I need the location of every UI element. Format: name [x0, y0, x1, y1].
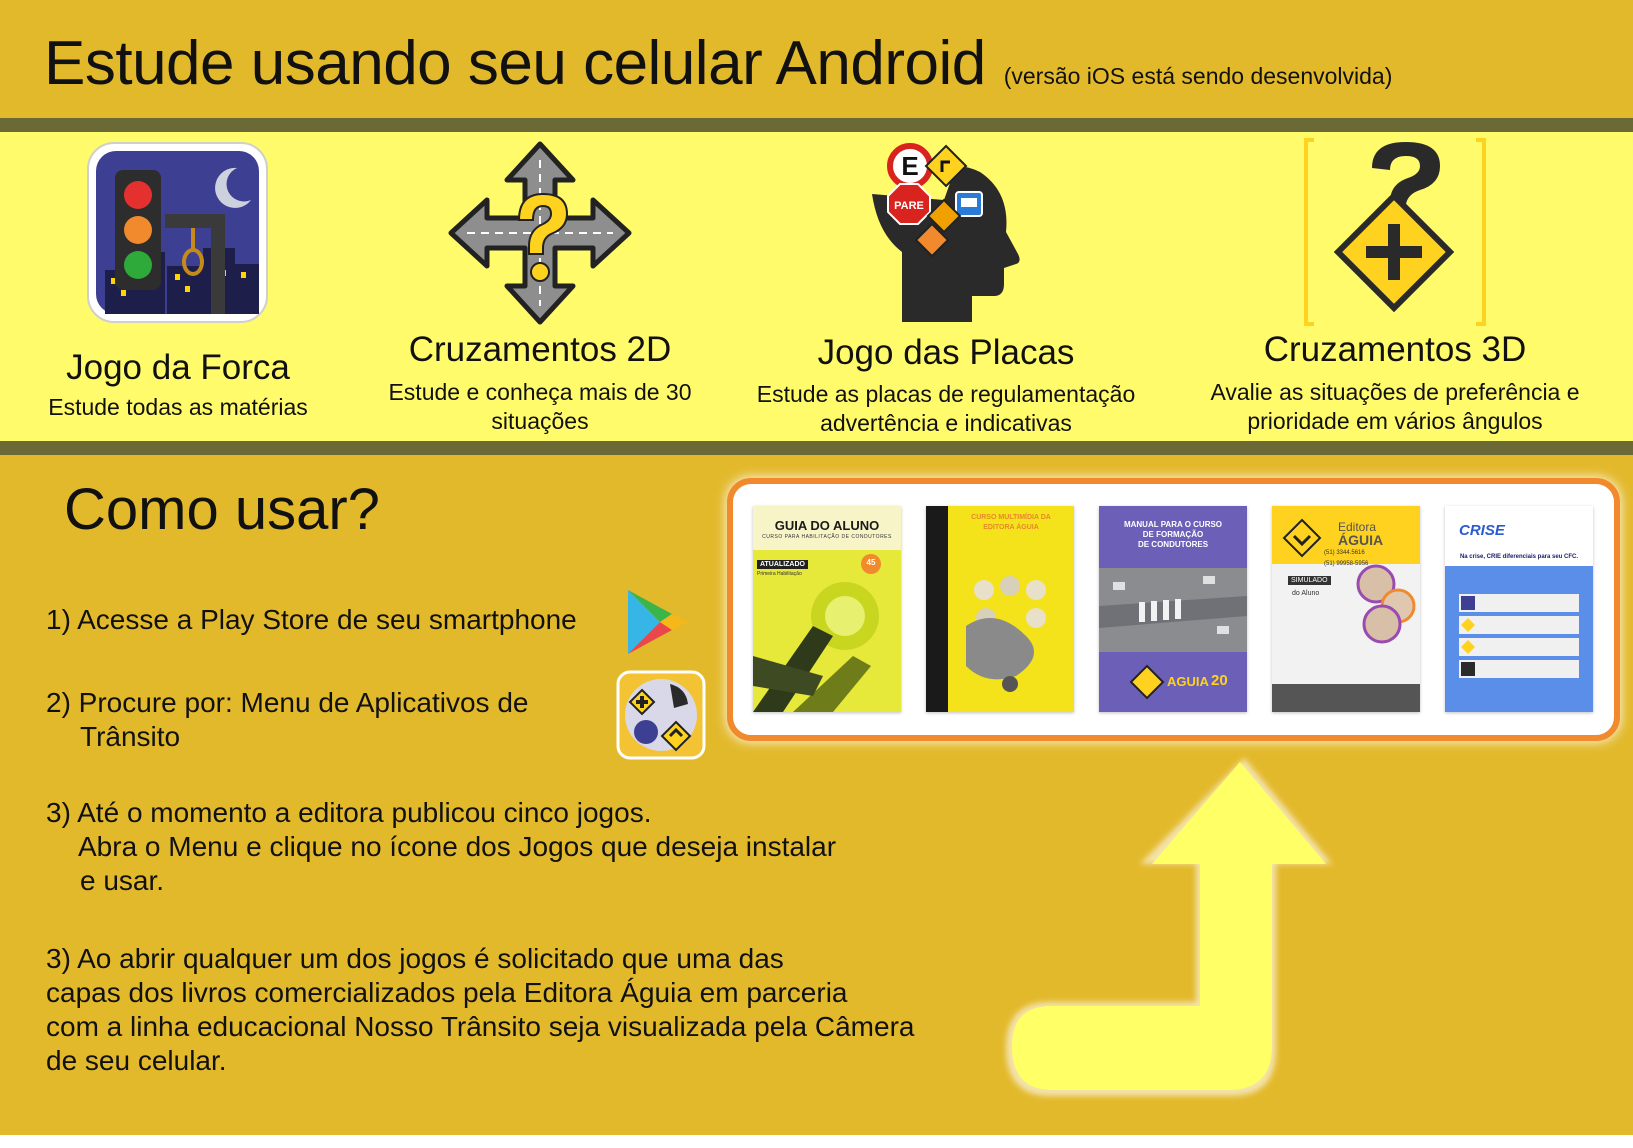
headline-main: Estude usando seu celular Android — [44, 29, 986, 98]
step-2-line1: 2) Procure por: Menu de Aplicativos de — [46, 687, 529, 718]
app-desc-forca: Estude todas as matérias — [48, 394, 308, 420]
step-4-line4: de seu celular. — [46, 1045, 227, 1076]
step-3-line3: e usar. — [80, 865, 165, 896]
step-4-line2: capas dos livros comercializados pela Ed… — [46, 977, 848, 1008]
book1-badge-sub: Primeira Habilitação — [757, 571, 802, 577]
book3-title-line1: MANUAL PARA O CURSO — [1123, 520, 1223, 529]
traffic-light-gallows-icon[interactable] — [85, 140, 270, 325]
header-band: Estude usando seu celular Android (versão… — [0, 0, 1633, 118]
app-title-placas: Jogo das Placas — [817, 333, 1075, 372]
svg-text:E: E — [901, 151, 918, 181]
book-cover-manual[interactable]: MANUAL PARA O CURSO DE FORMAÇÃO DE CONDU… — [1099, 506, 1247, 712]
book4-brand-line2: ÁGUIA — [1338, 532, 1384, 548]
app-title-forca: Jogo da Forca — [66, 348, 290, 387]
book4-label2: do Aluno — [1292, 590, 1320, 597]
book1-subtitle: CURSO PARA HABILITAÇÃO DE CONDUTORES — [762, 534, 892, 540]
divider-stripe — [0, 118, 1633, 132]
book5-logo: CRISE — [1459, 522, 1505, 539]
divider-stripe — [0, 441, 1633, 455]
page-title: Estude usando seu celular Android (versão… — [44, 28, 1392, 99]
step-2-line2: Trânsito — [80, 721, 181, 752]
step-3-line1: 3) Até o momento a editora publicou cinc… — [46, 797, 652, 828]
menu-apps-icon[interactable] — [616, 670, 706, 760]
book4-label1: SIMULADO — [1288, 576, 1331, 585]
step-4: 3) Ao abrir qualquer um dos jogos é soli… — [46, 942, 914, 1078]
app-desc-cruzamentos-3d: Avalie as situações de preferência e pri… — [1210, 379, 1580, 434]
crossroads-arrows-icon[interactable] — [447, 140, 633, 326]
book-cover-simulado[interactable]: Editora ÁGUIA (51) 3344.5616 (51) 99958-… — [1272, 506, 1420, 712]
book3-title-line2: DE FORMAÇÃO — [1142, 530, 1204, 539]
book-art-multimidia — [926, 506, 1046, 712]
svg-text:PARE: PARE — [894, 200, 924, 212]
step-3: 3) Até o momento a editora publicou cinc… — [46, 796, 836, 898]
book1-badge: ATUALIZADO — [757, 560, 808, 569]
step-1-text: 1) Acesse a Play Store de seu smartphone — [46, 604, 577, 635]
book4-phone2: (51) 99958-5956 — [1324, 561, 1369, 567]
head-with-signs-icon[interactable]: E PARE — [868, 142, 1028, 322]
book3-brand: AGUIA — [1167, 674, 1209, 689]
book3-title-line3: DE CONDUTORES — [1137, 540, 1209, 549]
book1-title: GUIA DO ALUNO — [774, 518, 880, 533]
book5-headline: Na crise, CRIE diferenciais para seu CFC… — [1459, 554, 1579, 560]
book3-edition: 20 — [1211, 672, 1228, 689]
step-4-line3: com a linha educacional Nosso Trânsito s… — [46, 1011, 915, 1042]
book-cover-crise[interactable]: CRISE Na crise, CRIE diferenciais para s… — [1445, 506, 1593, 712]
app-desc-cruzamentos-2d: Estude e conheça mais de 30 situações — [388, 379, 692, 434]
app-title-cruzamentos-2d: Cruzamentos 2D — [408, 330, 672, 369]
headline-note: (versão iOS está sendo desenvolvida) — [1003, 63, 1393, 89]
book-cover-guia-do-aluno[interactable]: GUIA DO ALUNO CURSO PARA HABILITAÇÃO DE … — [753, 506, 901, 712]
play-store-icon[interactable] — [624, 586, 692, 658]
step-3-line2: Abra o Menu e clique no ícone dos Jogos … — [78, 831, 837, 862]
book2-title-line1: CURSO MULTIMÍDIA DA — [971, 514, 1051, 521]
step-4-line1: 3) Ao abrir qualquer um dos jogos é soli… — [46, 943, 784, 974]
big-arrow-graphic — [1006, 758, 1332, 1096]
app-title-cruzamentos-3d: Cruzamentos 3D — [1263, 330, 1527, 369]
app-desc-placas: Estude as placas de regulamentação adver… — [756, 381, 1136, 436]
book4-phone1: (51) 3344.5616 — [1324, 550, 1365, 556]
step-1: 1) Acesse a Play Store de seu smartphone — [46, 603, 577, 637]
question-intersection-sign-icon[interactable] — [1300, 138, 1490, 328]
book1-seal: 45 — [866, 558, 876, 567]
step-2: 2) Procure por: Menu de Aplicativos de T… — [46, 686, 528, 754]
book-cover-curso-multimidia[interactable]: CURSO MULTIMÍDIA DA EDITORA ÁGUIA — [926, 506, 1074, 712]
howto-title: Como usar? — [64, 477, 380, 542]
poster: Estude usando seu celular Android (versão… — [0, 0, 1633, 1148]
book-covers-panel: GUIA DO ALUNO CURSO PARA HABILITAÇÃO DE … — [727, 478, 1620, 741]
book2-title-line2: EDITORA ÁGUIA — [983, 524, 1039, 531]
